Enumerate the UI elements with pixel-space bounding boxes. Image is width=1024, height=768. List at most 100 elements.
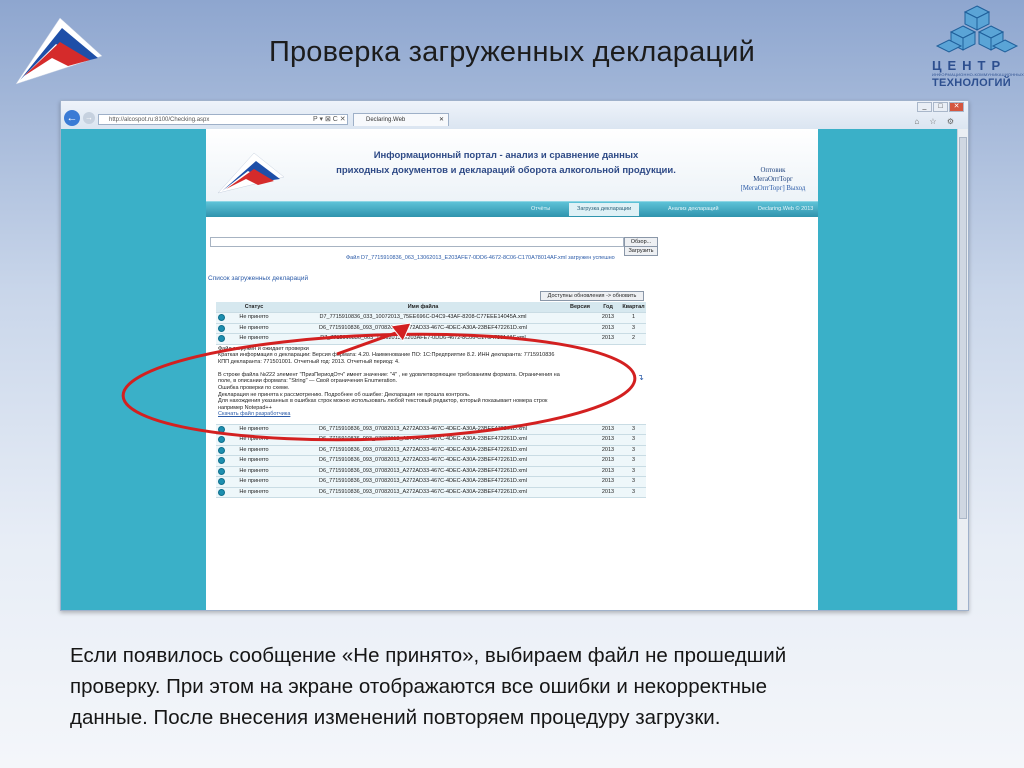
row-status: Не принято	[239, 335, 269, 341]
minimize-button[interactable]: _	[917, 102, 932, 112]
info-circle-icon[interactable]	[218, 488, 226, 498]
row-year: 2013	[601, 467, 615, 474]
error-details-panel: Файл загружен и ожидает проверки Краткая…	[216, 344, 646, 425]
return-arrow-icon[interactable]: ↴	[637, 373, 644, 382]
table-row[interactable]: Не принято D6_7715910836_093_07082013_A2…	[216, 487, 646, 498]
info-circle-icon[interactable]	[218, 477, 226, 487]
row-status: Не принято	[239, 478, 269, 484]
page-viewport: Информационный портал - анализ и сравнен…	[61, 129, 958, 610]
address-tools[interactable]: P ▾ ⊠ C ✕	[313, 114, 346, 125]
header-version: Версия	[569, 304, 591, 310]
row-status: Не принято	[239, 436, 269, 442]
scrollbar-thumb[interactable]	[959, 137, 967, 519]
row-status: Не принято	[239, 314, 269, 320]
portal-header: Информационный портал - анализ и сравнен…	[206, 129, 818, 201]
row-file: D7_7715910836_033_10072013_75EE696C-D4C9…	[319, 314, 527, 320]
row-file: D6_7715910836_093_07082013_A272AD33-467C…	[319, 425, 527, 432]
row-status: Не принято	[239, 324, 269, 331]
row-year: 2013	[601, 457, 615, 463]
declarations-table: Статус Имя файла Версия Год Квартал Не п…	[216, 302, 646, 498]
row-year: 2013	[601, 446, 615, 453]
user-company: МегаОптТорг	[753, 176, 793, 183]
user-role: Оптовик	[760, 167, 786, 174]
table-row[interactable]: Не принято D6_7715910836_093_07082013_A2…	[216, 323, 646, 334]
info-circle-icon[interactable]	[218, 313, 226, 323]
row-quarter: 3	[631, 425, 636, 432]
row-quarter: 3	[631, 436, 636, 442]
cube-pyramid-icon	[935, 5, 1019, 53]
table-row[interactable]: Не принято D6_7715910836_093_07082013_A2…	[216, 445, 646, 456]
header-year: Год	[603, 304, 613, 310]
menu-upload-declaration[interactable]: Загрузка декларации	[569, 203, 640, 216]
info-circle-icon[interactable]	[218, 446, 226, 456]
info-circle-icon[interactable]	[218, 456, 226, 466]
row-file: D6_7715910836_093_07082013_A272AD33-467C…	[319, 467, 527, 474]
row-quarter: 3	[631, 446, 636, 453]
browser-screenshot: _ □ ✕ ← → http://alcospot.ru:8100/Checki…	[60, 100, 969, 611]
tab-close-icon[interactable]: ✕	[439, 114, 444, 127]
vertical-scrollbar[interactable]	[957, 129, 968, 610]
logout-link[interactable]: [МегаОптТорг] Выход	[728, 184, 818, 193]
forward-button[interactable]: →	[83, 112, 95, 124]
portal-title-line-2: приходных документов и деклараций оборот…	[336, 165, 676, 176]
row-file: D7_7715910836_063_13062013_E203AFE7-0DD6…	[320, 335, 526, 341]
portal-menu: Отчёты Загрузка декларации Анализ деклар…	[206, 201, 818, 217]
table-row[interactable]: Не принято D7_7715910836_033_10072013_75…	[216, 313, 646, 324]
row-quarter: 1	[631, 314, 636, 320]
maximize-button[interactable]: □	[933, 102, 948, 112]
table-row[interactable]: Не принято D6_7715910836_093_07082013_A2…	[216, 456, 646, 467]
center-technologies-logo: ЦЕНТР ИНФОРМАЦИОННО-КОММУНИКАЦИОННЫХ ТЕХ…	[930, 4, 1024, 90]
row-file: D6_7715910836_093_07082013_A272AD33-467C…	[319, 436, 527, 442]
browser-chrome: _ □ ✕ ← → http://alcospot.ru:8100/Checki…	[61, 101, 968, 130]
row-status: Не принято	[239, 446, 269, 453]
row-quarter: 3	[631, 467, 636, 474]
row-year: 2013	[601, 425, 615, 432]
detail-line: Для нахождения указанных в ошибках строк…	[218, 398, 548, 405]
table-row[interactable]: Не принято D6_7715910836_093_07082013_A2…	[216, 424, 646, 435]
detail-line: Файл загружен и ожидает проверки	[218, 345, 309, 352]
logo-line-1: ЦЕНТР	[932, 58, 1007, 73]
browser-tab[interactable]: Declaring.Web ✕	[353, 113, 449, 126]
back-button[interactable]: ←	[64, 110, 80, 126]
updates-button[interactable]: Доступны обновления -> обновить	[540, 291, 644, 301]
address-bar[interactable]: http://alcospot.ru:8100/Checking.aspx	[98, 114, 348, 125]
detail-line: КПП декларанта: 771501001. Отчетный год:…	[218, 358, 400, 365]
logo-line-2: ТЕХНОЛОГИЙ	[932, 77, 1011, 89]
table-row[interactable]: Не принято D6_7715910836_093_07082013_A2…	[216, 477, 646, 488]
table-row[interactable]: Не принято D6_7715910836_093_07082013_A2…	[216, 466, 646, 477]
table-row[interactable]: Не принято D6_7715910836_093_07082013_A2…	[216, 435, 646, 446]
info-circle-icon[interactable]	[218, 435, 226, 445]
row-year: 2013	[601, 488, 615, 495]
header-file: Имя файла	[407, 304, 439, 310]
menu-declaration-analysis[interactable]: Анализ деклараций	[668, 204, 719, 215]
menu-reports[interactable]: Отчёты	[531, 204, 550, 215]
row-quarter: 3	[631, 478, 636, 484]
row-file: D6_7715910836_093_07082013_A272AD33-467C…	[319, 488, 527, 495]
upload-button[interactable]: Загрузить	[624, 246, 658, 256]
info-circle-icon[interactable]	[218, 467, 226, 477]
row-status: Не принято	[239, 425, 269, 432]
row-file: D6_7715910836_093_07082013_A272AD33-467C…	[319, 457, 527, 463]
row-quarter: 3	[631, 324, 636, 331]
caption-line: проверку. При этом на экране отображаютс…	[70, 675, 768, 698]
row-file: D6_7715910836_093_07082013_A272AD33-467C…	[319, 324, 527, 331]
uploaded-declarations-link[interactable]: Список загруженных деклараций	[208, 275, 308, 282]
row-year: 2013	[601, 314, 615, 320]
row-status: Не принято	[239, 467, 269, 474]
detail-line: Краткая информация о декларации: Версия …	[218, 352, 555, 359]
table-row-selected[interactable]: Не принято D7_7715910836_063_13062013_E2…	[216, 334, 646, 345]
portal-page: Информационный портал - анализ и сравнен…	[206, 129, 818, 610]
toolbar-icons[interactable]: ⌂ ☆ ⚙	[914, 117, 958, 126]
file-path-input[interactable]	[210, 237, 624, 247]
detail-line: поле, в описании формата: "String" — Сво…	[218, 378, 398, 385]
info-circle-icon[interactable]	[218, 334, 226, 344]
row-quarter: 2	[631, 335, 636, 341]
close-window-button[interactable]: ✕	[949, 102, 964, 112]
portal-flag-logo	[216, 151, 286, 200]
info-circle-icon[interactable]	[218, 425, 226, 435]
header-quarter: Квартал	[622, 304, 645, 310]
detail-line: Ошибка проверки по схеме.	[218, 385, 290, 392]
info-circle-icon[interactable]	[218, 324, 226, 334]
upload-status-message: Файл D7_7715910836_063_13062013_E203AFE7…	[346, 255, 615, 261]
download-developer-file-link[interactable]: Скачать файл разработчика	[218, 411, 644, 418]
